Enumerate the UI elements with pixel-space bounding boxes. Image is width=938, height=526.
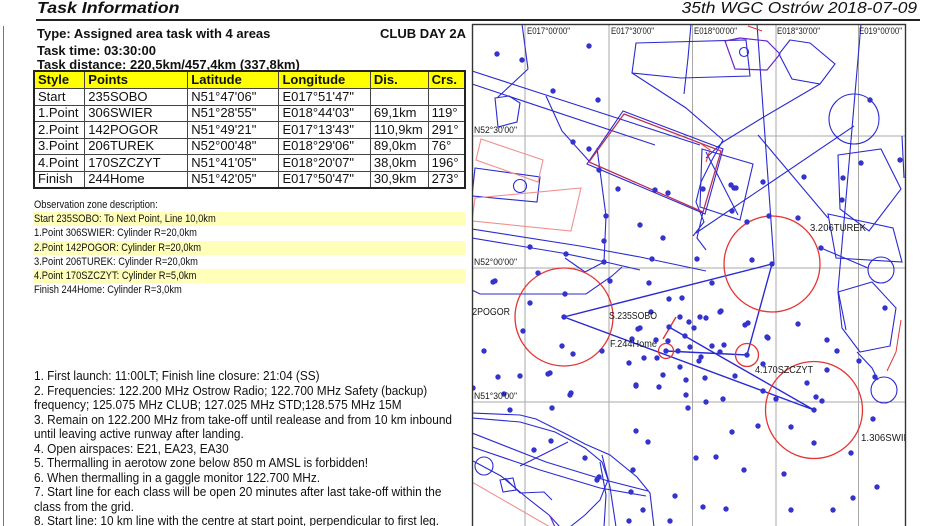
svg-text:F.244Home: F.244Home [610, 338, 657, 350]
svg-text:S.235SOBO: S.235SOBO [609, 310, 657, 322]
svg-text:3.206TUREK: 3.206TUREK [810, 222, 866, 234]
svg-text:4.170SZCZYT: 4.170SZCZYT [755, 364, 814, 376]
svg-text:E018°30'00": E018°30'00" [777, 26, 820, 37]
svg-text:1.306SWIER: 1.306SWIER [861, 432, 917, 444]
svg-text:E017°30'00": E017°30'00" [611, 26, 654, 37]
svg-text:N52°30'00": N52°30'00" [474, 125, 517, 136]
svg-text:N52°00'00": N52°00'00" [474, 257, 517, 268]
svg-text:E019°00'00": E019°00'00" [859, 26, 902, 37]
svg-text:N51°30'00": N51°30'00" [474, 391, 517, 402]
svg-text:E017°00'00": E017°00'00" [527, 26, 570, 37]
svg-text:E018°00'00": E018°00'00" [694, 26, 737, 37]
